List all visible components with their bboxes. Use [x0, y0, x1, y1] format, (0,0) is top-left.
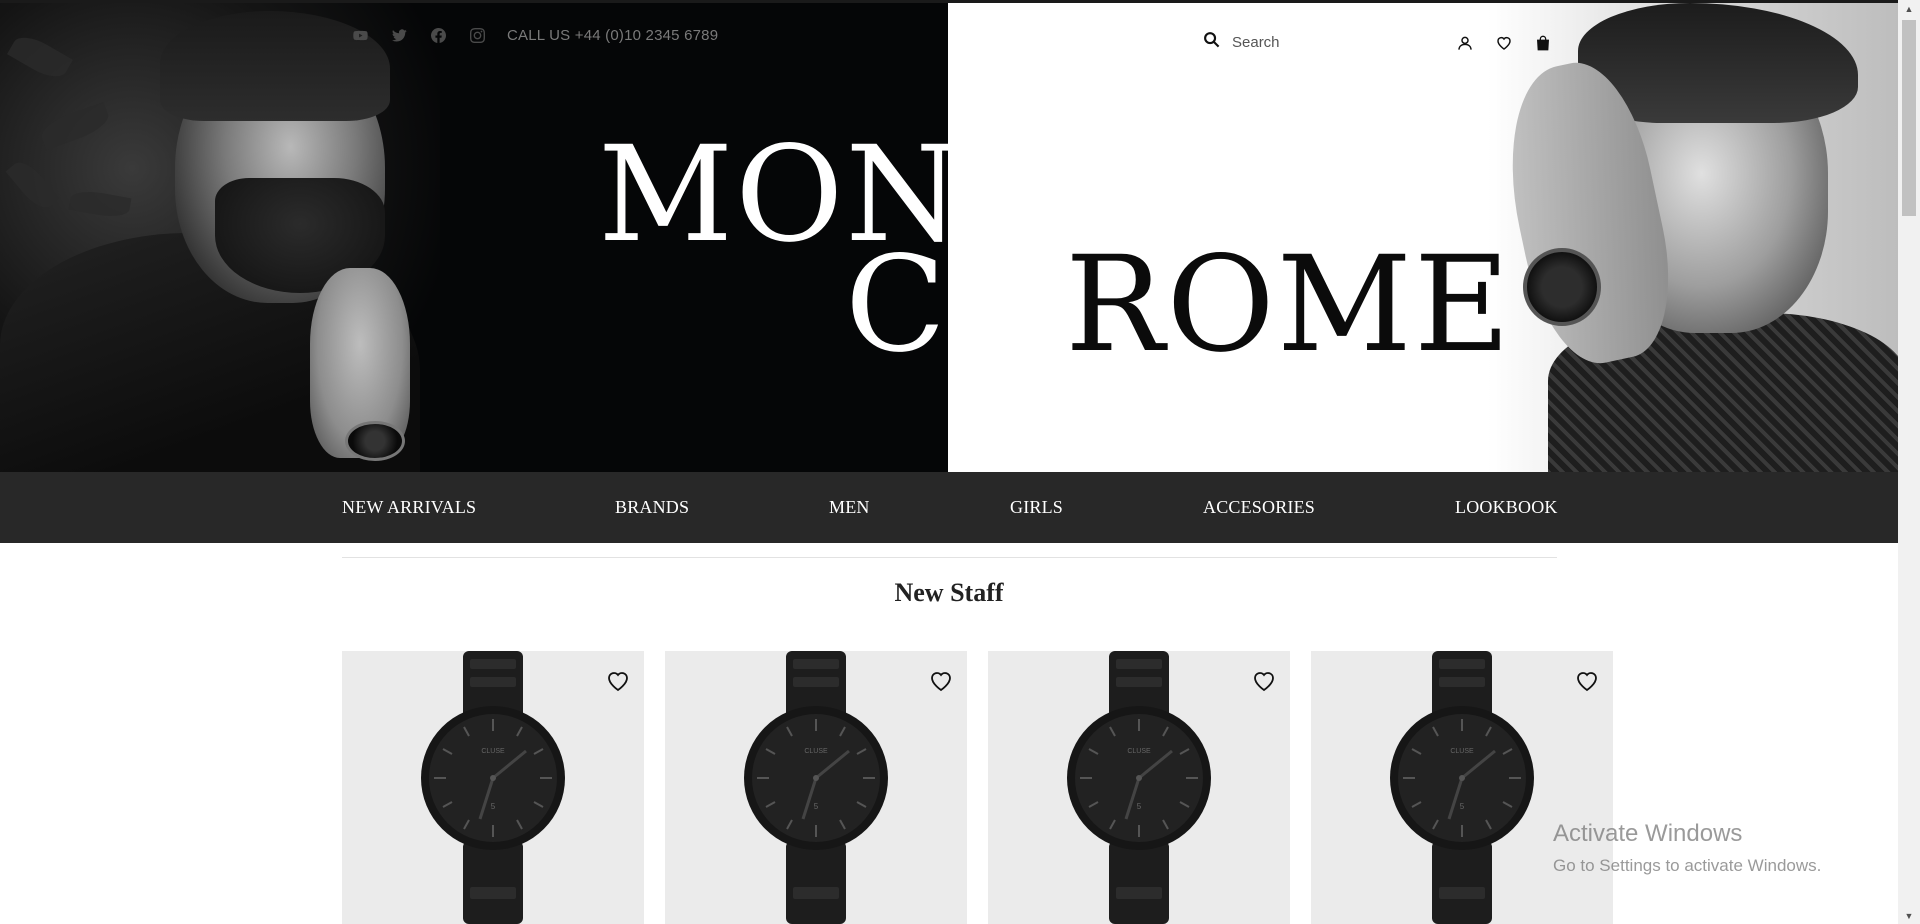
main-nav: NEW ARRIVALS BRANDS MEN GIRLS ACCESORIES… [0, 472, 1898, 543]
nav-item-accesories[interactable]: ACCESORIES [1203, 472, 1315, 543]
product-card[interactable]: CLUSE 5 [665, 651, 967, 924]
watch-brand-label: CLUSE [804, 748, 828, 755]
watch-product-image[interactable]: CLUSE 5 [1064, 651, 1214, 924]
watermark-subtitle: Go to Settings to activate Windows. [1553, 856, 1822, 875]
wishlist-heart-icon[interactable] [1252, 669, 1276, 693]
hero-model-right-image [1488, 3, 1898, 472]
watermark-title: Activate Windows [1553, 820, 1743, 847]
call-us-text: CALL US +44 (0)10 2345 6789 [507, 26, 719, 44]
wishlist-heart-icon[interactable] [606, 669, 630, 693]
account-icons [1455, 33, 1552, 52]
wishlist-heart-icon[interactable] [1575, 669, 1599, 693]
bag-icon[interactable] [1533, 33, 1552, 52]
logo-chrome-black: ROME [1065, 228, 1513, 382]
section-title: New Staff [894, 578, 1004, 607]
twitter-icon[interactable] [389, 25, 409, 45]
watch-brand-label: CLUSE [1450, 748, 1474, 755]
nav-item-men[interactable]: MEN [829, 472, 870, 543]
watch-date-label: 5 [1137, 802, 1142, 811]
nav-item-new-arrivals[interactable]: NEW ARRIVALS [342, 472, 476, 543]
page-scrollbar[interactable]: ▲ ▼ [1898, 0, 1920, 924]
wishlist-heart-icon[interactable] [929, 669, 953, 693]
watch-product-image[interactable]: CLUSE 5 [1387, 651, 1537, 924]
scroll-up-arrow-icon[interactable]: ▲ [1898, 0, 1920, 17]
nav-item-lookbook[interactable]: LOOKBOOK [1455, 472, 1558, 543]
hero-model-left-image [0, 3, 440, 472]
watch-brand-label: CLUSE [1127, 748, 1151, 755]
scrollbar-thumb[interactable] [1902, 20, 1916, 216]
heart-icon[interactable] [1494, 33, 1513, 52]
scroll-down-arrow-icon[interactable]: ▼ [1898, 907, 1920, 924]
logo-chrome-white: CH [845, 228, 1066, 382]
watch-product-image[interactable]: CLUSE 5 [741, 651, 891, 924]
product-card[interactable]: CLUSE 5 [988, 651, 1290, 924]
watch-date-label: 5 [814, 802, 819, 811]
search-icon[interactable] [1203, 31, 1220, 53]
product-card[interactable]: CLUSE 5 [1311, 651, 1613, 924]
facebook-icon[interactable] [428, 25, 448, 45]
instagram-icon[interactable] [467, 25, 487, 45]
hero-banner: MONO CHROME CALL US +44 (0)10 2345 6789 [0, 0, 1898, 472]
search-input[interactable] [1232, 33, 1412, 51]
watch-brand-label: CLUSE [481, 748, 505, 755]
watch-date-label: 5 [491, 802, 496, 811]
user-icon[interactable] [1455, 33, 1474, 52]
nav-item-brands[interactable]: BRANDS [615, 472, 689, 543]
search-box[interactable] [1203, 31, 1412, 53]
watch-date-label: 5 [1460, 802, 1465, 811]
logo-chrome: CHROME [845, 239, 1512, 371]
watch-product-image[interactable]: CLUSE 5 [418, 651, 568, 924]
youtube-icon[interactable] [350, 25, 370, 45]
nav-item-girls[interactable]: GIRLS [1010, 472, 1063, 543]
windows-activation-watermark: Activate Windows Go to Settings to activ… [1553, 820, 1821, 876]
section-divider [342, 557, 1557, 558]
topbar-contact: CALL US +44 (0)10 2345 6789 [350, 23, 718, 47]
product-card[interactable]: CLUSE 5 [342, 651, 644, 924]
